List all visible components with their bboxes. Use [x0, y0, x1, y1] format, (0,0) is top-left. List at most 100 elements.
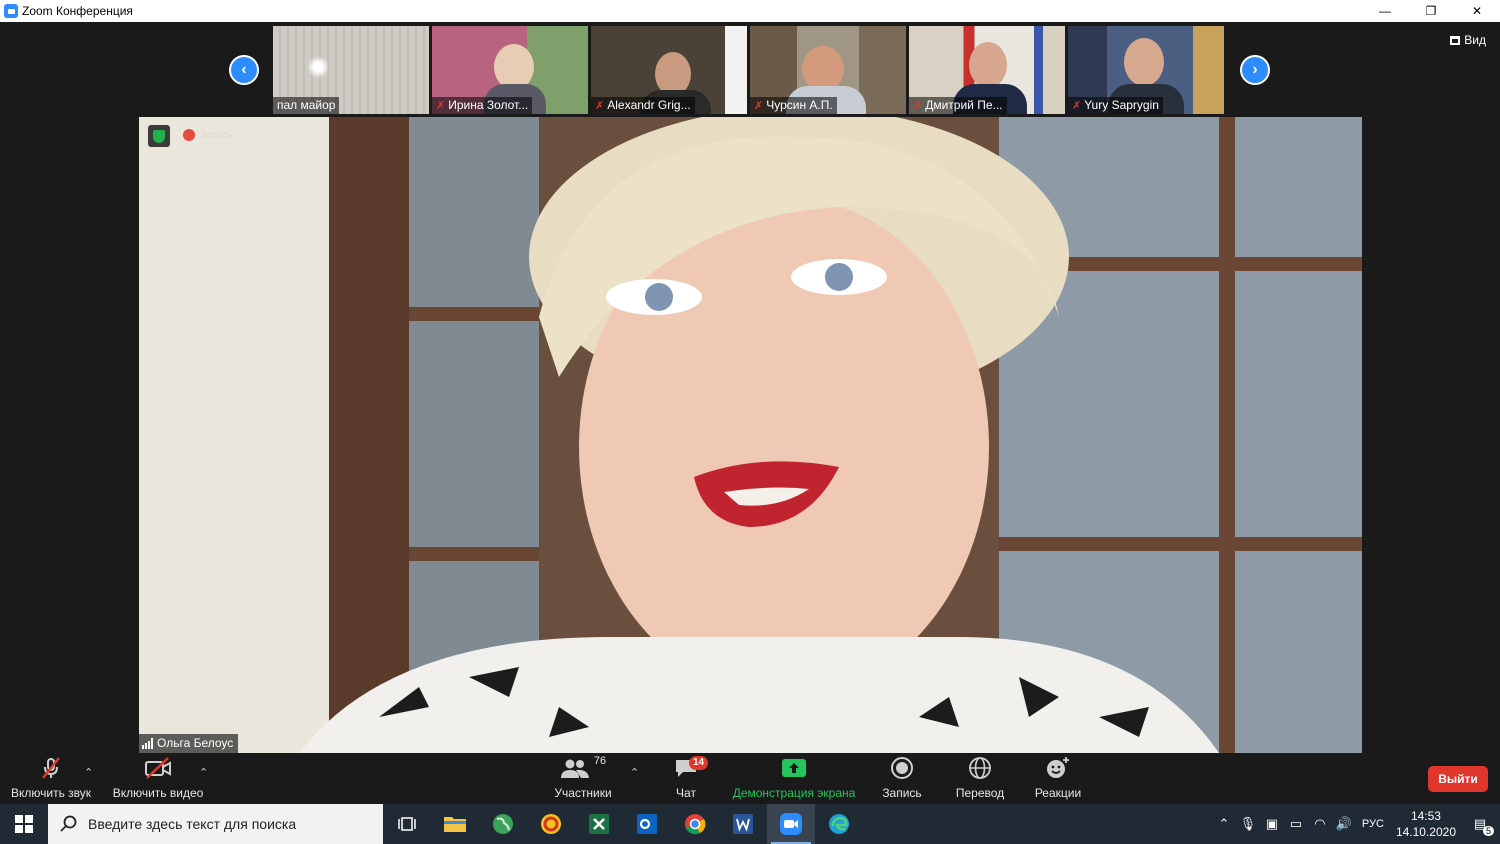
- minimize-button[interactable]: —: [1362, 0, 1408, 22]
- translation-button[interactable]: Перевод: [950, 754, 1010, 804]
- smiley-icon: [1045, 755, 1071, 781]
- meet-now-icon[interactable]: ▣: [1260, 816, 1284, 832]
- ceiling-light: [307, 56, 329, 78]
- mic-muted-icon: ✗: [754, 99, 764, 112]
- taskbar-search-box[interactable]: Введите здесь текст для поиска: [48, 804, 383, 844]
- microphone-tray-icon[interactable]: 🎙: [1236, 816, 1260, 832]
- mic-muted-icon: ✗: [595, 99, 605, 112]
- taskbar-app-outlook[interactable]: [623, 804, 671, 844]
- speaker-video-frame: [139, 117, 1362, 753]
- input-language[interactable]: РУС: [1362, 818, 1384, 830]
- taskbar-app-explorer[interactable]: [431, 804, 479, 844]
- taskbar-app-zoom[interactable]: [767, 804, 815, 844]
- participant-face: [1124, 38, 1164, 86]
- start-video-button[interactable]: Включить видео: [108, 754, 208, 804]
- speaker-name-label: Ольга Белоус: [139, 734, 239, 753]
- chrome-icon: [685, 814, 706, 835]
- participant-name: ✗ Alexandr Grig...: [591, 97, 695, 114]
- task-view-icon: [398, 817, 416, 831]
- window-title: Zoom Конференция: [22, 4, 133, 18]
- outlook-icon: [637, 814, 657, 834]
- active-speaker-video: Запись Ольга Белоус: [139, 117, 1362, 753]
- word-icon: [733, 814, 753, 834]
- grid-view-icon: [1450, 35, 1461, 45]
- taskbar-app-chrome[interactable]: [671, 804, 719, 844]
- participants-icon: 76: [560, 755, 606, 781]
- wifi-icon[interactable]: ◠: [1308, 816, 1332, 832]
- notification-center-icon[interactable]: ▤ 5: [1468, 816, 1494, 836]
- tray-overflow-chevron-icon[interactable]: ⌃: [1212, 816, 1236, 832]
- system-tray: ⌃ 🎙 ▣ ▭ ◠ 🔊 РУС 14:53 14.10.2020 ▤ 5: [1212, 804, 1500, 844]
- signal-strength-icon: [142, 737, 153, 749]
- participant-tile[interactable]: пал майор: [273, 26, 429, 114]
- windows-logo-icon: [15, 815, 33, 833]
- participants-options-caret[interactable]: ⌃: [630, 766, 639, 779]
- folder-icon: [444, 817, 466, 832]
- close-button[interactable]: ✕: [1454, 0, 1500, 22]
- leave-meeting-button[interactable]: Выйти: [1428, 766, 1488, 792]
- zoom-app-icon: [4, 4, 18, 18]
- participant-tile[interactable]: ✗ Alexandr Grig...: [591, 26, 747, 114]
- participants-button[interactable]: 76 Участники: [545, 754, 621, 804]
- prev-page-button[interactable]: ‹: [229, 55, 259, 85]
- camera-off-icon: [144, 755, 172, 781]
- participant-strip: пал майор ✗ Ирина Золот... ✗ Alexandr Grig…: [273, 26, 1224, 114]
- window-controls: — ❐ ✕: [1362, 0, 1500, 22]
- view-button[interactable]: Вид: [1450, 33, 1486, 47]
- recording-indicator[interactable]: Запись: [183, 129, 233, 141]
- reactions-button[interactable]: Реакции: [1030, 754, 1086, 804]
- taskbar-app-maps[interactable]: [479, 804, 527, 844]
- share-screen-button[interactable]: Демонстрация экрана: [728, 754, 860, 804]
- audio-options-caret[interactable]: ⌃: [84, 766, 93, 779]
- chat-unread-badge: 14: [689, 756, 709, 770]
- search-icon: [60, 815, 77, 832]
- maximize-button[interactable]: ❐: [1408, 0, 1454, 22]
- taskbar-app-excel[interactable]: [575, 804, 623, 844]
- participant-face: [969, 42, 1007, 88]
- video-options-caret[interactable]: ⌃: [199, 766, 208, 779]
- recording-dot-icon: [183, 129, 195, 141]
- mic-muted-icon: ✗: [436, 99, 446, 112]
- record-icon: [890, 755, 914, 781]
- start-button[interactable]: [0, 804, 48, 844]
- participants-count: 76: [593, 755, 607, 767]
- clock-time: 14:53: [1410, 809, 1441, 823]
- participant-tile[interactable]: ✗ Ирина Золот...: [432, 26, 588, 114]
- tile-video: [725, 26, 747, 114]
- mic-muted-icon: ✗: [1072, 99, 1082, 112]
- notification-count: 5: [1482, 826, 1494, 836]
- participant-name: ✗ Yury Saprygin: [1068, 97, 1163, 114]
- volume-icon[interactable]: 🔊: [1332, 816, 1356, 832]
- encryption-shield-icon[interactable]: [148, 125, 170, 147]
- 1c-app-icon: [541, 814, 561, 834]
- microphone-muted-icon: [39, 755, 63, 781]
- taskbar-app-1c[interactable]: [527, 804, 575, 844]
- windows-taskbar: Введите здесь текст для поиска ⌃ 🎙 ▣ ▭ ◠…: [0, 804, 1500, 844]
- meeting-stage: ‹ › пал майор ✗ Ирина Золот... ✗ Alexandr …: [0, 22, 1500, 754]
- chevron-left-icon: ‹: [241, 61, 247, 78]
- participant-name: ✗ Чурсин А.П.: [750, 97, 837, 114]
- zoom-icon: [780, 813, 802, 835]
- taskbar-app-edge[interactable]: [815, 804, 863, 844]
- chevron-right-icon: ›: [1252, 61, 1258, 78]
- clock-date: 14.10.2020: [1395, 825, 1456, 839]
- participant-name: ✗ Дмитрий Пе...: [909, 97, 1007, 114]
- title-bar: Zoom Конференция — ❐ ✕: [0, 0, 1500, 22]
- taskbar-app-word[interactable]: [719, 804, 767, 844]
- unmute-button[interactable]: Включить звук: [4, 754, 98, 804]
- edge-icon: [829, 814, 849, 834]
- next-page-button[interactable]: ›: [1240, 55, 1270, 85]
- mic-muted-icon: ✗: [913, 99, 923, 112]
- participant-tile[interactable]: ✗ Yury Saprygin: [1068, 26, 1224, 114]
- share-screen-icon: [781, 755, 807, 781]
- participant-tile[interactable]: ✗ Чурсин А.П.: [750, 26, 906, 114]
- record-button[interactable]: Запись: [876, 754, 928, 804]
- taskbar-clock[interactable]: 14:53 14.10.2020: [1396, 808, 1456, 840]
- participant-name: ✗ Ирина Золот...: [432, 97, 533, 114]
- task-view-button[interactable]: [383, 804, 431, 844]
- globe-icon: [968, 755, 992, 781]
- battery-icon[interactable]: ▭: [1284, 816, 1308, 832]
- participant-name: пал майор: [273, 97, 340, 114]
- participant-tile[interactable]: ✗ Дмитрий Пе...: [909, 26, 1065, 114]
- excel-icon: [589, 814, 609, 834]
